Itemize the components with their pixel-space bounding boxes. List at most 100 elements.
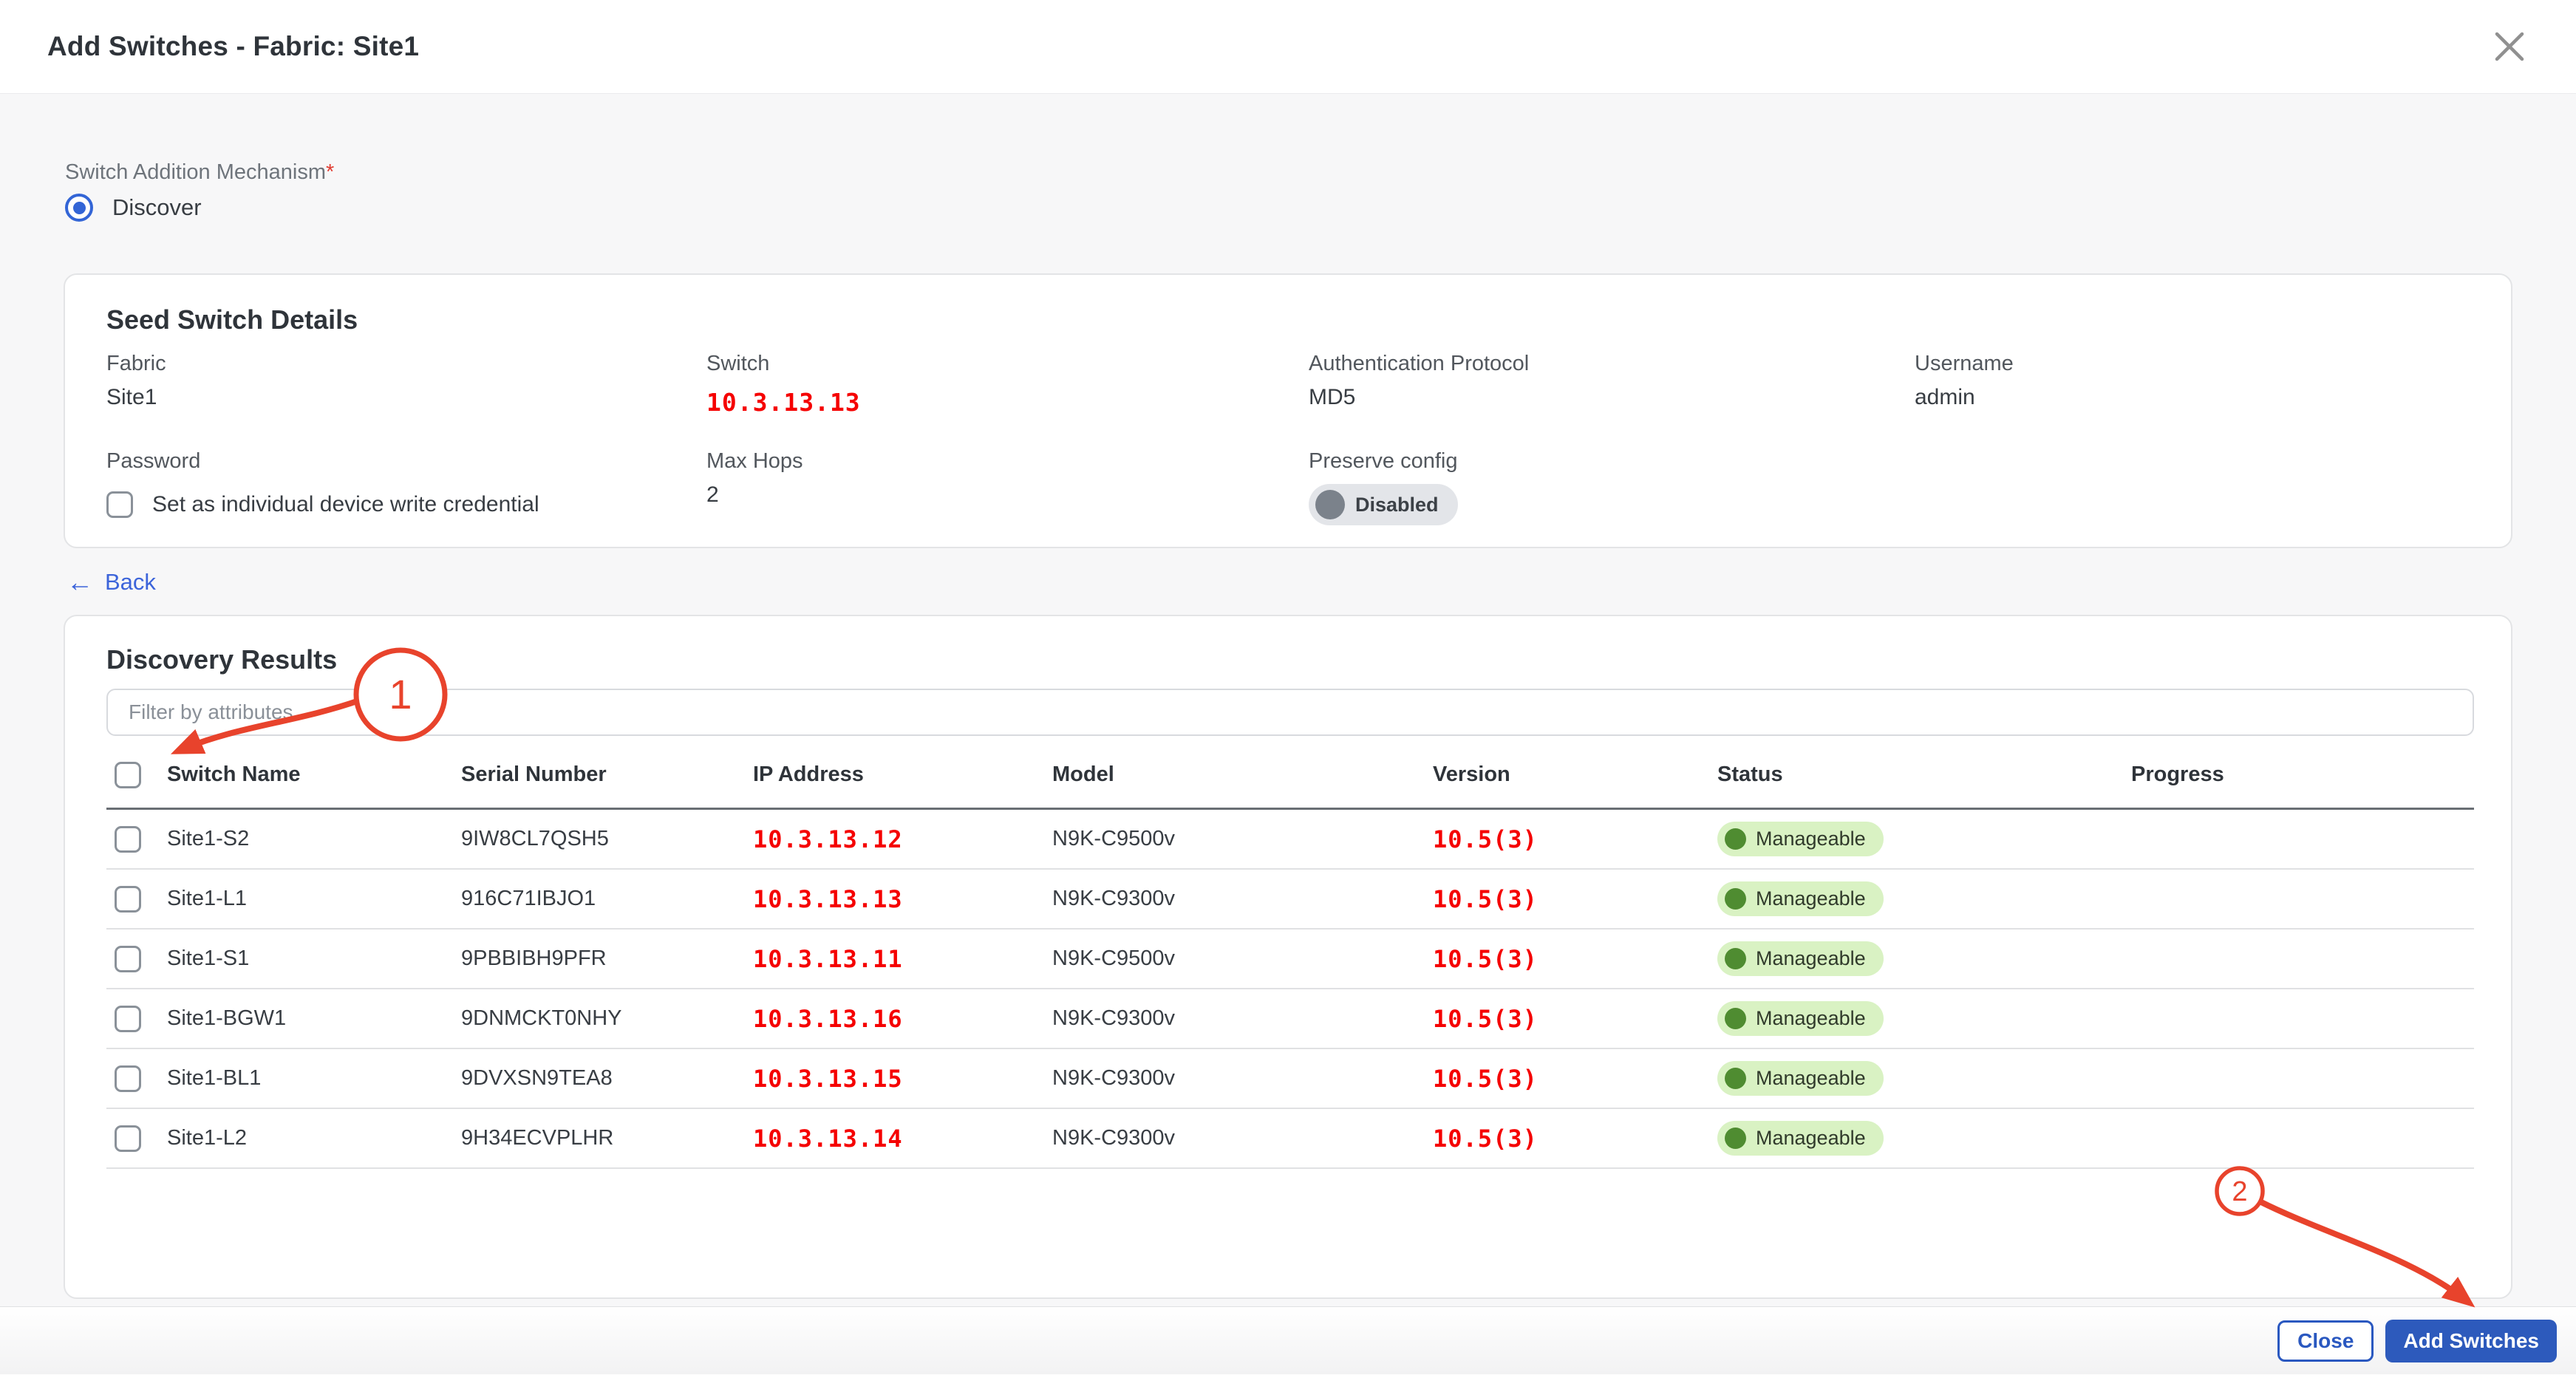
cell-serial-number: 916C71IBJO1 [461, 887, 753, 911]
status-badge-label: Manageable [1756, 947, 1866, 970]
row-checkbox[interactable] [115, 1125, 141, 1152]
table-header-row: Switch Name Serial Number IP Address Mod… [106, 742, 2474, 810]
cell-model: N9K-C9500v [1052, 827, 1433, 851]
status-badge-label: Manageable [1756, 887, 1866, 910]
cell-version: 10.5(3) [1433, 885, 1717, 913]
status-badge: Manageable [1717, 822, 1884, 856]
cell-switch-name: Site1-BGW1 [167, 1006, 461, 1031]
column-progress: Progress [2131, 763, 2474, 787]
status-dot-icon [1725, 1128, 1746, 1149]
write-credential-checkbox[interactable] [106, 491, 133, 518]
cell-ip-address: 10.3.13.13 [753, 885, 1052, 913]
cell-model: N9K-C9300v [1052, 1006, 1433, 1031]
cell-serial-number: 9H34ECVPLHR [461, 1126, 753, 1150]
row-checkbox[interactable] [115, 1065, 141, 1092]
row-checkbox[interactable] [115, 886, 141, 913]
table-row: Site1-BGW19DNMCKT0NHY10.3.13.16N9K-C9300… [106, 989, 2474, 1049]
cell-version: 10.5(3) [1433, 945, 1717, 973]
field-switch: Switch 10.3.13.13 [706, 352, 1309, 417]
add-switches-button[interactable]: Add Switches [2385, 1320, 2557, 1362]
cell-model: N9K-C9300v [1052, 1066, 1433, 1091]
column-ip-address: IP Address [753, 763, 1052, 787]
status-badge: Manageable [1717, 1121, 1884, 1156]
cell-switch-name: Site1-S2 [167, 827, 461, 851]
preserve-config-toggle[interactable]: Disabled [1309, 484, 1458, 525]
close-icon[interactable] [2490, 27, 2529, 66]
cell-model: N9K-C9300v [1052, 887, 1433, 911]
field-auth-protocol: Authentication Protocol MD5 [1309, 352, 1915, 417]
status-badge: Manageable [1717, 1061, 1884, 1096]
back-arrow-icon: ← [67, 569, 93, 596]
status-dot-icon [1725, 1068, 1746, 1089]
field-max-hops: Max Hops 2 [706, 449, 1309, 525]
row-checkbox[interactable] [115, 1006, 141, 1032]
cell-serial-number: 9IW8CL7QSH5 [461, 827, 753, 851]
write-credential-label: Set as individual device write credentia… [152, 492, 539, 517]
table-row: Site1-L29H34ECVPLHR10.3.13.14N9K-C9300v1… [106, 1109, 2474, 1169]
table-body: Site1-S29IW8CL7QSH510.3.13.12N9K-C9500v1… [106, 810, 2474, 1169]
row-checkbox[interactable] [115, 946, 141, 972]
select-all-checkbox[interactable] [115, 762, 141, 788]
cell-version: 10.5(3) [1433, 1005, 1717, 1033]
field-password: Password Set as individual device write … [106, 449, 706, 525]
column-version: Version [1433, 763, 1717, 787]
seed-panel-title: Seed Switch Details [106, 304, 2470, 335]
status-dot-icon [1725, 1008, 1746, 1029]
cell-model: N9K-C9500v [1052, 946, 1433, 971]
cell-status: Manageable [1717, 1061, 2131, 1096]
cell-status: Manageable [1717, 822, 2131, 856]
status-dot-icon [1725, 948, 1746, 969]
cell-ip-address: 10.3.13.14 [753, 1125, 1052, 1153]
radio-selected-icon[interactable] [65, 194, 93, 222]
cell-status: Manageable [1717, 941, 2131, 976]
column-model: Model [1052, 763, 1433, 787]
seed-switch-ip: 10.3.13.13 [706, 388, 1309, 417]
cell-ip-address: 10.3.13.16 [753, 1005, 1052, 1033]
row-checkbox[interactable] [115, 826, 141, 853]
discover-radio[interactable]: Discover [65, 194, 334, 222]
cell-serial-number: 9DNMCKT0NHY [461, 1006, 753, 1031]
cell-version: 10.5(3) [1433, 825, 1717, 853]
close-button[interactable]: Close [2277, 1320, 2374, 1362]
radio-label: Discover [112, 194, 202, 221]
field-fabric: Fabric Site1 [106, 352, 706, 417]
required-asterisk: * [326, 160, 334, 184]
discovery-results-panel: Discovery Results Switch Name Serial Num… [64, 615, 2512, 1299]
cell-switch-name: Site1-L2 [167, 1126, 461, 1150]
column-switch-name: Switch Name [167, 763, 461, 787]
back-link-label: Back [105, 569, 156, 596]
toggle-state-label: Disabled [1355, 494, 1439, 516]
field-preserve-config: Preserve config Disabled [1309, 449, 1915, 525]
toggle-knob-icon [1315, 490, 1345, 519]
dialog-body: Switch Addition Mechanism* Discover Seed… [0, 93, 2576, 1306]
table-row: Site1-BL19DVXSN9TEA810.3.13.15N9K-C9300v… [106, 1049, 2474, 1109]
cell-ip-address: 10.3.13.11 [753, 945, 1052, 973]
status-badge-label: Manageable [1756, 1067, 1866, 1090]
cell-switch-name: Site1-L1 [167, 887, 461, 911]
table-row: Site1-S29IW8CL7QSH510.3.13.12N9K-C9500v1… [106, 810, 2474, 870]
results-panel-title: Discovery Results [106, 644, 2474, 675]
status-badge-label: Manageable [1756, 1007, 1866, 1030]
table-row: Site1-L1916C71IBJO110.3.13.13N9K-C9300v1… [106, 870, 2474, 930]
column-serial-number: Serial Number [461, 763, 753, 787]
cell-version: 10.5(3) [1433, 1065, 1717, 1093]
cell-serial-number: 9DVXSN9TEA8 [461, 1066, 753, 1091]
switch-addition-mechanism-group: Switch Addition Mechanism* Discover [65, 160, 334, 222]
seed-switch-details-panel: Seed Switch Details Fabric Site1 Switch … [64, 273, 2512, 548]
cell-switch-name: Site1-BL1 [167, 1066, 461, 1091]
cell-switch-name: Site1-S1 [167, 946, 461, 971]
status-badge: Manageable [1717, 1001, 1884, 1036]
cell-model: N9K-C9300v [1052, 1126, 1433, 1150]
filter-input[interactable] [106, 689, 2474, 736]
status-badge-label: Manageable [1756, 1127, 1866, 1150]
field-username: Username admin [1915, 352, 2470, 417]
cell-ip-address: 10.3.13.15 [753, 1065, 1052, 1093]
seed-fields-grid: Fabric Site1 Switch 10.3.13.13 Authentic… [106, 352, 2470, 525]
dialog-title: Add Switches - Fabric: Site1 [47, 31, 419, 62]
column-status: Status [1717, 763, 2131, 787]
status-dot-icon [1725, 888, 1746, 910]
dialog-footer: Close Add Switches [0, 1306, 2576, 1374]
back-link[interactable]: ← Back [67, 569, 156, 596]
cell-status: Manageable [1717, 1001, 2131, 1036]
cell-version: 10.5(3) [1433, 1125, 1717, 1153]
